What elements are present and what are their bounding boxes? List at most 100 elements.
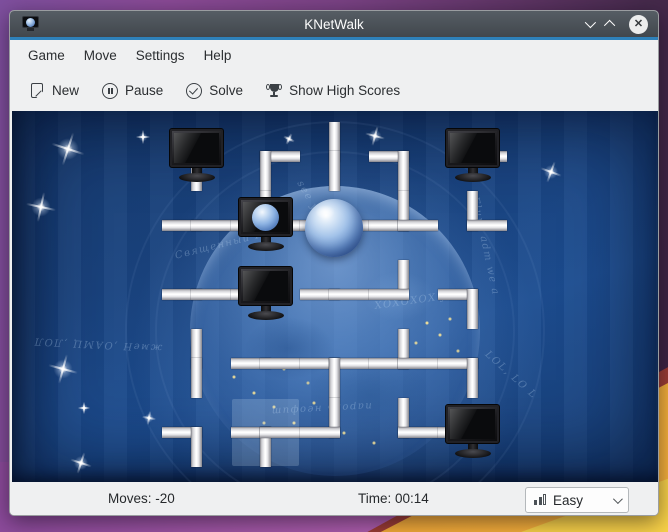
- terminal-monitor: [445, 404, 500, 460]
- star-sparkle: [136, 130, 150, 144]
- pipe-arm-D: [398, 151, 409, 191]
- monitor-base: [455, 449, 491, 458]
- monitor-bezel: [169, 128, 224, 168]
- pipe-arm-R: [398, 427, 438, 438]
- cell-3-4-wire[interactable]: [369, 398, 438, 467]
- star-sparkle: [141, 410, 157, 426]
- server-globe-screen: [252, 204, 279, 231]
- pipe-arm-R: [191, 289, 231, 300]
- pipe-arm-D: [329, 151, 340, 191]
- monitor-screen: [450, 133, 495, 163]
- menu-item-help[interactable]: Help: [204, 48, 232, 63]
- trophy-icon: [266, 83, 282, 99]
- knetwalk-window: KNetWalk ✕ Game Move Settings Help New: [9, 10, 659, 516]
- time-counter: Time: 00:14: [358, 482, 429, 516]
- pipe-arm-R: [398, 220, 438, 231]
- cell-3-2-wire[interactable]: [369, 260, 438, 329]
- cell-1-2-terminal[interactable]: [231, 260, 300, 329]
- pause-button[interactable]: Pause: [102, 83, 163, 99]
- pipe-arm-D: [467, 289, 478, 329]
- star-sparkle: [67, 449, 95, 477]
- show-high-scores-label: Show High Scores: [289, 83, 400, 98]
- cell-0-0-terminal[interactable]: [162, 122, 231, 191]
- titlebar[interactable]: KNetWalk ✕: [10, 11, 658, 37]
- star-sparkle: [78, 402, 90, 414]
- maximize-button[interactable]: [604, 20, 615, 31]
- cell-4-2-wire[interactable]: [438, 260, 507, 329]
- cell-3-1-wire[interactable]: [369, 191, 438, 260]
- monitor-base: [248, 311, 284, 320]
- solve-button-label: Solve: [209, 83, 243, 98]
- cell-1-0-wire[interactable]: [231, 122, 300, 191]
- pipe-arm-D: [191, 358, 202, 398]
- menu-item-move[interactable]: Move: [84, 48, 117, 63]
- new-button-label: New: [52, 83, 79, 98]
- pause-circle-icon: [102, 83, 118, 99]
- difficulty-value: Easy: [553, 493, 607, 508]
- menu-item-settings[interactable]: Settings: [136, 48, 185, 63]
- window-title: KNetWalk: [10, 17, 658, 32]
- cell-1-1-server[interactable]: [231, 191, 300, 260]
- cell-1-3-wire[interactable]: [231, 329, 300, 398]
- minimize-button[interactable]: [585, 17, 596, 28]
- monitor-bezel: [238, 197, 293, 237]
- close-button[interactable]: ✕: [629, 15, 648, 34]
- check-circle-icon: [186, 83, 202, 99]
- star-sparkle: [537, 158, 565, 186]
- pipe-arm-R: [191, 220, 231, 231]
- pipe-arm-R: [260, 427, 300, 438]
- chevron-down-icon: [613, 494, 623, 504]
- cell-0-1-wire[interactable]: [162, 191, 231, 260]
- cell-2-0-wire[interactable]: [300, 122, 369, 191]
- star-sparkle: [47, 128, 90, 171]
- pipe-arm-D: [260, 151, 271, 191]
- cell-0-2-wire[interactable]: [162, 260, 231, 329]
- star-sparkle: [23, 189, 59, 225]
- pipe-arm-L: [369, 289, 409, 300]
- document-new-icon: [29, 83, 45, 99]
- cell-4-4-terminal[interactable]: [438, 398, 507, 467]
- moves-counter: Moves: -20: [108, 482, 175, 516]
- monitor-base: [455, 173, 491, 182]
- cell-4-0-terminal[interactable]: [438, 122, 507, 191]
- server-monitor: [238, 197, 293, 253]
- cell-2-3-wire[interactable]: [300, 329, 369, 398]
- pipe-arm-D: [191, 427, 202, 467]
- pipe-arm-R: [329, 289, 369, 300]
- cell-1-4-wire[interactable]: [231, 398, 300, 467]
- monitor-bezel: [445, 128, 500, 168]
- monitor-screen: [450, 409, 495, 439]
- pipe-arm-R: [398, 358, 438, 369]
- difficulty-dropdown[interactable]: Easy: [525, 487, 629, 513]
- toolbar: New Pause Solve Show High Scores: [10, 70, 658, 111]
- pipe-arm-R: [260, 358, 300, 369]
- terminal-monitor: [169, 128, 224, 184]
- menu-bar: Game Move Settings Help: [10, 40, 658, 70]
- solve-button[interactable]: Solve: [186, 83, 243, 99]
- terminal-monitor: [445, 128, 500, 184]
- pipe-arm-R: [467, 220, 507, 231]
- cell-4-1-wire[interactable]: [438, 191, 507, 260]
- monitor-bezel: [445, 404, 500, 444]
- cell-2-4-wire[interactable]: [300, 398, 369, 467]
- cell-3-0-wire[interactable]: [369, 122, 438, 191]
- menu-item-game[interactable]: Game: [28, 48, 65, 63]
- game-board[interactable]: see you 3Flurb adm we aСвященный ГраалXO…: [12, 111, 658, 482]
- pipe-arm-L: [300, 427, 340, 438]
- pipe-arm-D: [329, 358, 340, 398]
- cell-3-3-wire[interactable]: [369, 329, 438, 398]
- terminal-monitor: [238, 266, 293, 322]
- show-high-scores-button[interactable]: Show High Scores: [266, 83, 400, 99]
- cell-0-3-wire[interactable]: [162, 329, 231, 398]
- cell-4-3-wire[interactable]: [438, 329, 507, 398]
- monitor-bezel: [238, 266, 293, 306]
- cell-2-2-wire[interactable]: [300, 260, 369, 329]
- glossy-sphere-decoration: [305, 199, 363, 257]
- monitor-base: [248, 242, 284, 251]
- status-bar: Moves: -20 Time: 00:14 Easy: [10, 482, 658, 516]
- monitor-screen: [174, 133, 219, 163]
- monitor-screen: [243, 271, 288, 301]
- cell-0-4-wire[interactable]: [162, 398, 231, 467]
- new-button[interactable]: New: [29, 83, 79, 99]
- star-sparkle: [45, 351, 82, 388]
